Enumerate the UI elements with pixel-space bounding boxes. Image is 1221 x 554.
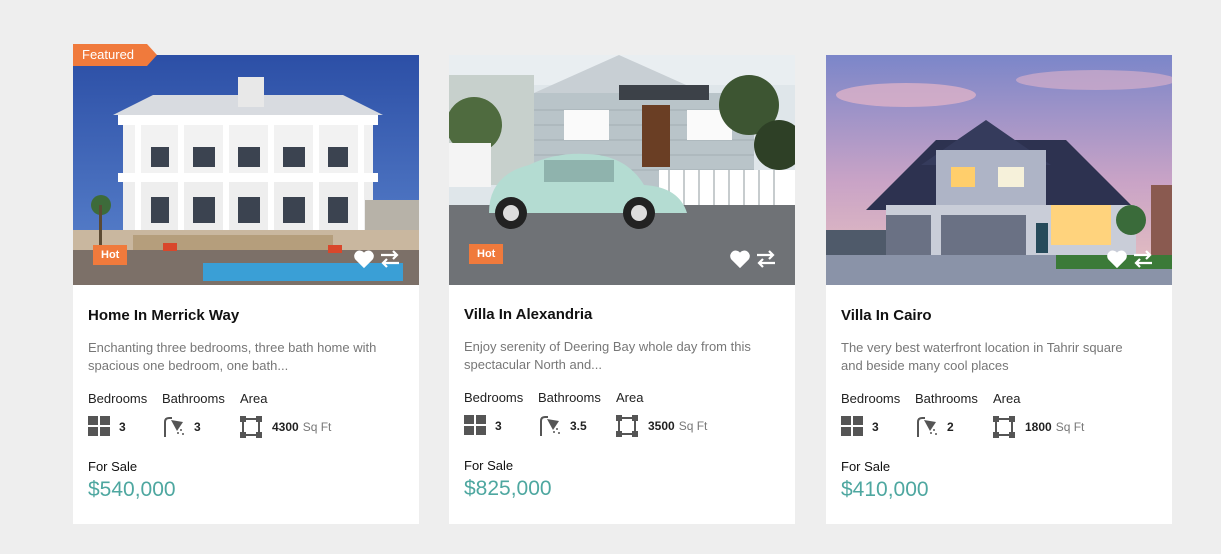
property-title[interactable]: Villa In Cairo xyxy=(841,307,932,324)
property-photo[interactable]: Hot xyxy=(73,55,419,285)
heart-icon[interactable] xyxy=(1106,249,1128,269)
property-description: The very best waterfront location in Tah… xyxy=(841,340,1123,373)
area-value: 4300 Sq Ft xyxy=(272,420,332,434)
listing-price: $825,000 xyxy=(464,477,552,500)
area-square-icon xyxy=(240,416,262,443)
bedrooms-value: 3 xyxy=(495,419,502,433)
featured-ribbon: Featured xyxy=(73,44,157,66)
bedrooms-label: Bedrooms xyxy=(841,391,901,406)
property-card[interactable]: Hot Villa In Alexandria Enjoy serenity o… xyxy=(449,55,795,524)
compare-arrows-icon[interactable] xyxy=(379,250,401,268)
hot-badge: Hot xyxy=(93,245,128,265)
area-value: 3500 Sq Ft xyxy=(648,419,708,433)
property-card[interactable]: Villa In Cairo The very best waterfront … xyxy=(826,55,1172,524)
property-description: Enchanting three bedrooms, three bath ho… xyxy=(88,340,377,373)
heart-icon[interactable] xyxy=(729,249,751,269)
shower-icon xyxy=(162,416,186,443)
listing-status: For Sale xyxy=(841,459,891,474)
bathrooms-label: Bathrooms xyxy=(162,391,225,406)
area-square-icon xyxy=(993,416,1015,443)
bed-grid-icon xyxy=(88,416,110,441)
bed-grid-icon xyxy=(464,415,486,440)
compare-arrows-icon[interactable] xyxy=(755,250,777,268)
area-label: Area xyxy=(993,391,1021,406)
hot-badge: Hot xyxy=(469,244,504,264)
compare-arrows-icon[interactable] xyxy=(1132,250,1154,268)
bed-grid-icon xyxy=(841,416,863,441)
shower-icon xyxy=(915,416,939,443)
listing-price: $540,000 xyxy=(88,478,176,501)
bathrooms-value: 2 xyxy=(947,420,954,434)
property-title[interactable]: Home In Merrick Way xyxy=(88,307,239,324)
area-label: Area xyxy=(240,391,268,406)
bedrooms-value: 3 xyxy=(119,420,126,434)
property-card[interactable]: Hot Home In Merrick Way Enchanting three… xyxy=(73,55,419,524)
property-description: Enjoy serenity of Deering Bay whole day … xyxy=(464,339,751,372)
property-photo[interactable]: Hot xyxy=(449,55,795,285)
listing-price: $410,000 xyxy=(841,478,929,501)
bedrooms-label: Bedrooms xyxy=(464,390,524,405)
bathrooms-label: Bathrooms xyxy=(538,390,601,405)
property-title[interactable]: Villa In Alexandria xyxy=(464,306,592,323)
shower-icon xyxy=(538,415,562,442)
area-value: 1800 Sq Ft xyxy=(1025,420,1085,434)
listing-status: For Sale xyxy=(88,459,138,474)
bathrooms-value: 3.5 xyxy=(570,419,587,433)
bathrooms-label: Bathrooms xyxy=(915,391,978,406)
heart-icon[interactable] xyxy=(353,249,375,269)
bedrooms-label: Bedrooms xyxy=(88,391,148,406)
area-label: Area xyxy=(616,390,644,405)
area-square-icon xyxy=(616,415,638,442)
bathrooms-value: 3 xyxy=(194,420,201,434)
bedrooms-value: 3 xyxy=(872,420,879,434)
listing-status: For Sale xyxy=(464,458,514,473)
property-photo[interactable] xyxy=(826,55,1172,285)
